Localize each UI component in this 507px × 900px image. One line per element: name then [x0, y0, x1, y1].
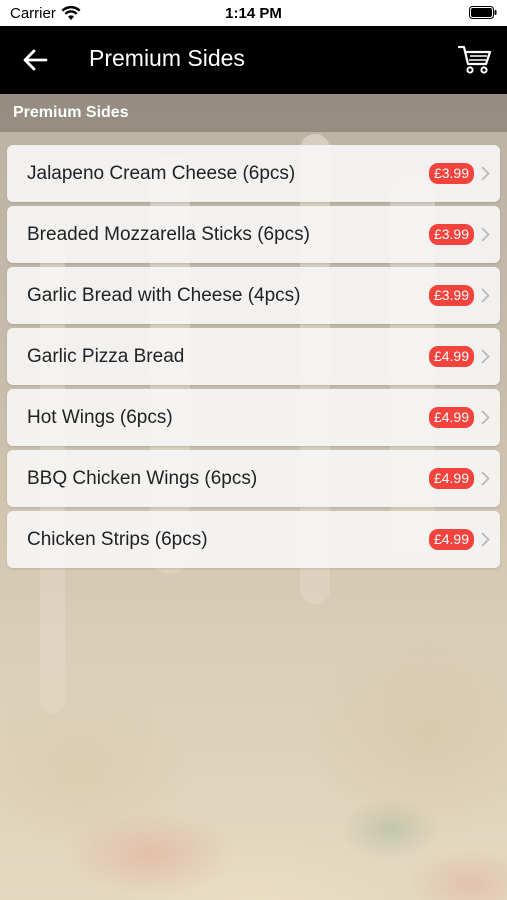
section-header-label: Premium Sides — [13, 104, 129, 121]
menu-item-name: Hot Wings (6pcs) — [27, 407, 173, 428]
menu-item-row[interactable]: BBQ Chicken Wings (6pcs) £4.99 — [7, 450, 500, 507]
chevron-right-icon — [481, 532, 490, 547]
price-badge: £3.99 — [428, 285, 474, 306]
chevron-right-icon — [481, 471, 490, 486]
status-time: 1:14 PM — [225, 5, 282, 22]
price-badge: £4.99 — [428, 468, 474, 489]
menu-list: Jalapeno Cream Cheese (6pcs) £3.99 Bread… — [7, 145, 500, 572]
menu-item-name: Jalapeno Cream Cheese (6pcs) — [27, 163, 296, 184]
menu-item-row[interactable]: Breaded Mozzarella Sticks (6pcs) £3.99 — [7, 206, 500, 263]
price-badge: £4.99 — [428, 529, 474, 550]
menu-item-name: Garlic Pizza Bread — [27, 346, 185, 367]
menu-item-name: Breaded Mozzarella Sticks (6pcs) — [27, 224, 310, 245]
status-bar: Carrier 1:14 PM — [0, 0, 507, 26]
cart-icon[interactable] — [457, 42, 493, 76]
menu-item-row[interactable]: Jalapeno Cream Cheese (6pcs) £3.99 — [7, 145, 500, 202]
chevron-right-icon — [481, 410, 490, 425]
menu-item-row[interactable]: Chicken Strips (6pcs) £4.99 — [7, 511, 500, 568]
menu-item-row[interactable]: Garlic Pizza Bread £4.99 — [7, 328, 500, 385]
price-badge: £3.99 — [428, 163, 474, 184]
price-badge: £4.99 — [428, 407, 474, 428]
menu-item-name: Garlic Bread with Cheese (4pcs) — [27, 285, 301, 306]
section-header: Premium Sides — [0, 94, 507, 132]
chevron-right-icon — [481, 288, 490, 303]
battery-icon — [469, 6, 497, 19]
menu-item-row[interactable]: Garlic Bread with Cheese (4pcs) £3.99 — [7, 267, 500, 324]
price-badge: £4.99 — [428, 346, 474, 367]
chevron-right-icon — [481, 349, 490, 364]
menu-item-name: BBQ Chicken Wings (6pcs) — [27, 468, 258, 489]
arrow-left-icon[interactable] — [20, 46, 50, 74]
menu-item-row[interactable]: Hot Wings (6pcs) £4.99 — [7, 389, 500, 446]
navigation-bar: Premium Sides — [0, 26, 507, 94]
page-title: Premium Sides — [89, 45, 245, 71]
chevron-right-icon — [481, 166, 490, 181]
price-badge: £3.99 — [428, 224, 474, 245]
menu-item-name: Chicken Strips (6pcs) — [27, 529, 208, 550]
chevron-right-icon — [481, 227, 490, 242]
